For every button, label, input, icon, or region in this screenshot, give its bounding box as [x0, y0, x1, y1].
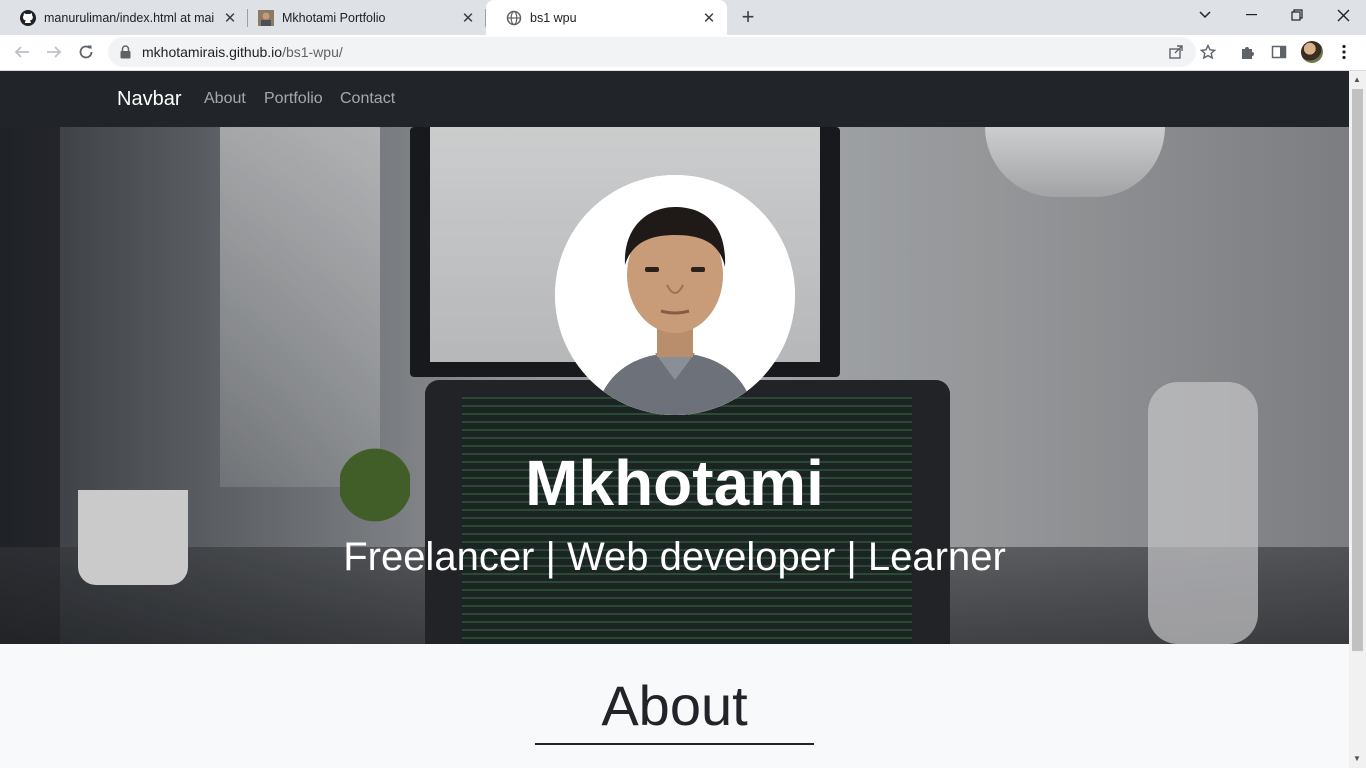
browser-tabstrip: manuruliman/index.html at main ✕ Mkhotam… [0, 0, 1366, 35]
minimize-icon[interactable] [1228, 0, 1274, 30]
reload-icon[interactable] [72, 38, 100, 66]
browser-tab-bs1wpu[interactable]: bs1 wpu ✕ [486, 0, 727, 35]
close-icon[interactable]: ✕ [701, 10, 717, 27]
url-host: mkhotamirais.github.io [142, 44, 283, 60]
back-arrow-icon[interactable] [8, 38, 36, 66]
scroll-up-arrow-icon[interactable]: ▲ [1353, 75, 1361, 84]
share-icon[interactable] [1168, 44, 1184, 60]
about-divider [535, 743, 814, 745]
bookmark-star-icon[interactable] [1200, 44, 1216, 60]
close-icon[interactable]: ✕ [222, 10, 238, 27]
restore-icon[interactable] [1274, 0, 1320, 30]
url-path: /bs1-wpu/ [282, 44, 343, 60]
address-bar[interactable]: mkhotamirais.github.io/bs1-wpu/ [108, 37, 1216, 67]
browser-tab-github[interactable]: manuruliman/index.html at main ✕ [0, 0, 248, 35]
extensions-puzzle-icon[interactable] [1239, 43, 1257, 61]
lock-icon[interactable] [120, 45, 131, 64]
browser-toolbar: mkhotamirais.github.io/bs1-wpu/ [0, 35, 1366, 71]
side-panel-icon[interactable] [1270, 43, 1288, 61]
nav-link-about[interactable]: About [204, 90, 246, 108]
about-heading: About [601, 674, 748, 737]
hero-tagline: Freelancer | Web developer | Learner [343, 535, 1006, 579]
profile-avatar-icon[interactable] [1301, 41, 1323, 63]
scrollbar-thumb[interactable] [1352, 89, 1363, 651]
menu-kebab-icon[interactable] [1335, 43, 1353, 61]
forward-arrow-icon[interactable] [40, 38, 68, 66]
hero-name: Mkhotami [525, 447, 824, 519]
profile-photo [555, 175, 795, 415]
github-icon [20, 9, 36, 26]
browser-tab-portfolio[interactable]: Mkhotami Portfolio ✕ [238, 0, 486, 35]
scroll-down-arrow-icon[interactable]: ▼ [1353, 754, 1361, 763]
url-text[interactable]: mkhotamirais.github.io/bs1-wpu/ [142, 44, 343, 60]
tab-title: manuruliman/index.html at main [44, 10, 214, 25]
globe-icon [506, 10, 522, 26]
site-navbar: Navbar About Portfolio Contact [0, 71, 1349, 127]
tab-title: bs1 wpu [530, 10, 577, 25]
page-scrollbar[interactable]: ▲ ▼ [1349, 71, 1366, 768]
window-close-icon[interactable] [1320, 0, 1366, 30]
close-icon[interactable]: ✕ [460, 10, 476, 27]
navbar-brand[interactable]: Navbar [117, 88, 181, 111]
tab-title: Mkhotami Portfolio [282, 10, 386, 25]
portrait-favicon-icon [258, 9, 274, 26]
nav-link-contact[interactable]: Contact [340, 90, 395, 108]
tab-search-chevron-icon[interactable] [1182, 0, 1228, 30]
hero-section: Mkhotami Freelancer | Web developer | Le… [0, 127, 1349, 644]
page-viewport: Navbar About Portfolio Contact Mkhotami … [0, 71, 1349, 768]
new-tab-button[interactable]: + [736, 4, 760, 29]
nav-link-portfolio[interactable]: Portfolio [264, 90, 323, 108]
